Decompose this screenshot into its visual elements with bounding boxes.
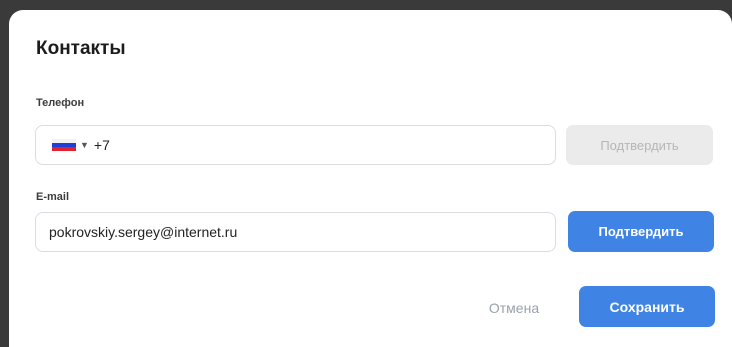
- confirm-email-button[interactable]: Подтвердить: [568, 211, 714, 252]
- email-label: E-mail: [36, 191, 70, 203]
- russia-flag-icon[interactable]: [52, 139, 76, 151]
- phone-field[interactable]: ▼ +7: [35, 125, 556, 165]
- dialog-title: Контакты: [36, 38, 126, 59]
- save-button[interactable]: Сохранить: [579, 286, 715, 327]
- contacts-dialog: Контакты Телефон ▼ +7 Подтвердить E-mail…: [9, 10, 732, 347]
- email-value[interactable]: pokrovskiy.sergey@internet.ru: [49, 224, 237, 240]
- cancel-button[interactable]: Отмена: [474, 288, 554, 328]
- caret-down-icon[interactable]: ▼: [80, 140, 89, 150]
- confirm-phone-button[interactable]: Подтвердить: [566, 125, 713, 165]
- country-code: +7: [93, 137, 110, 153]
- phone-label: Телефон: [36, 97, 85, 109]
- email-field[interactable]: pokrovskiy.sergey@internet.ru: [35, 212, 556, 252]
